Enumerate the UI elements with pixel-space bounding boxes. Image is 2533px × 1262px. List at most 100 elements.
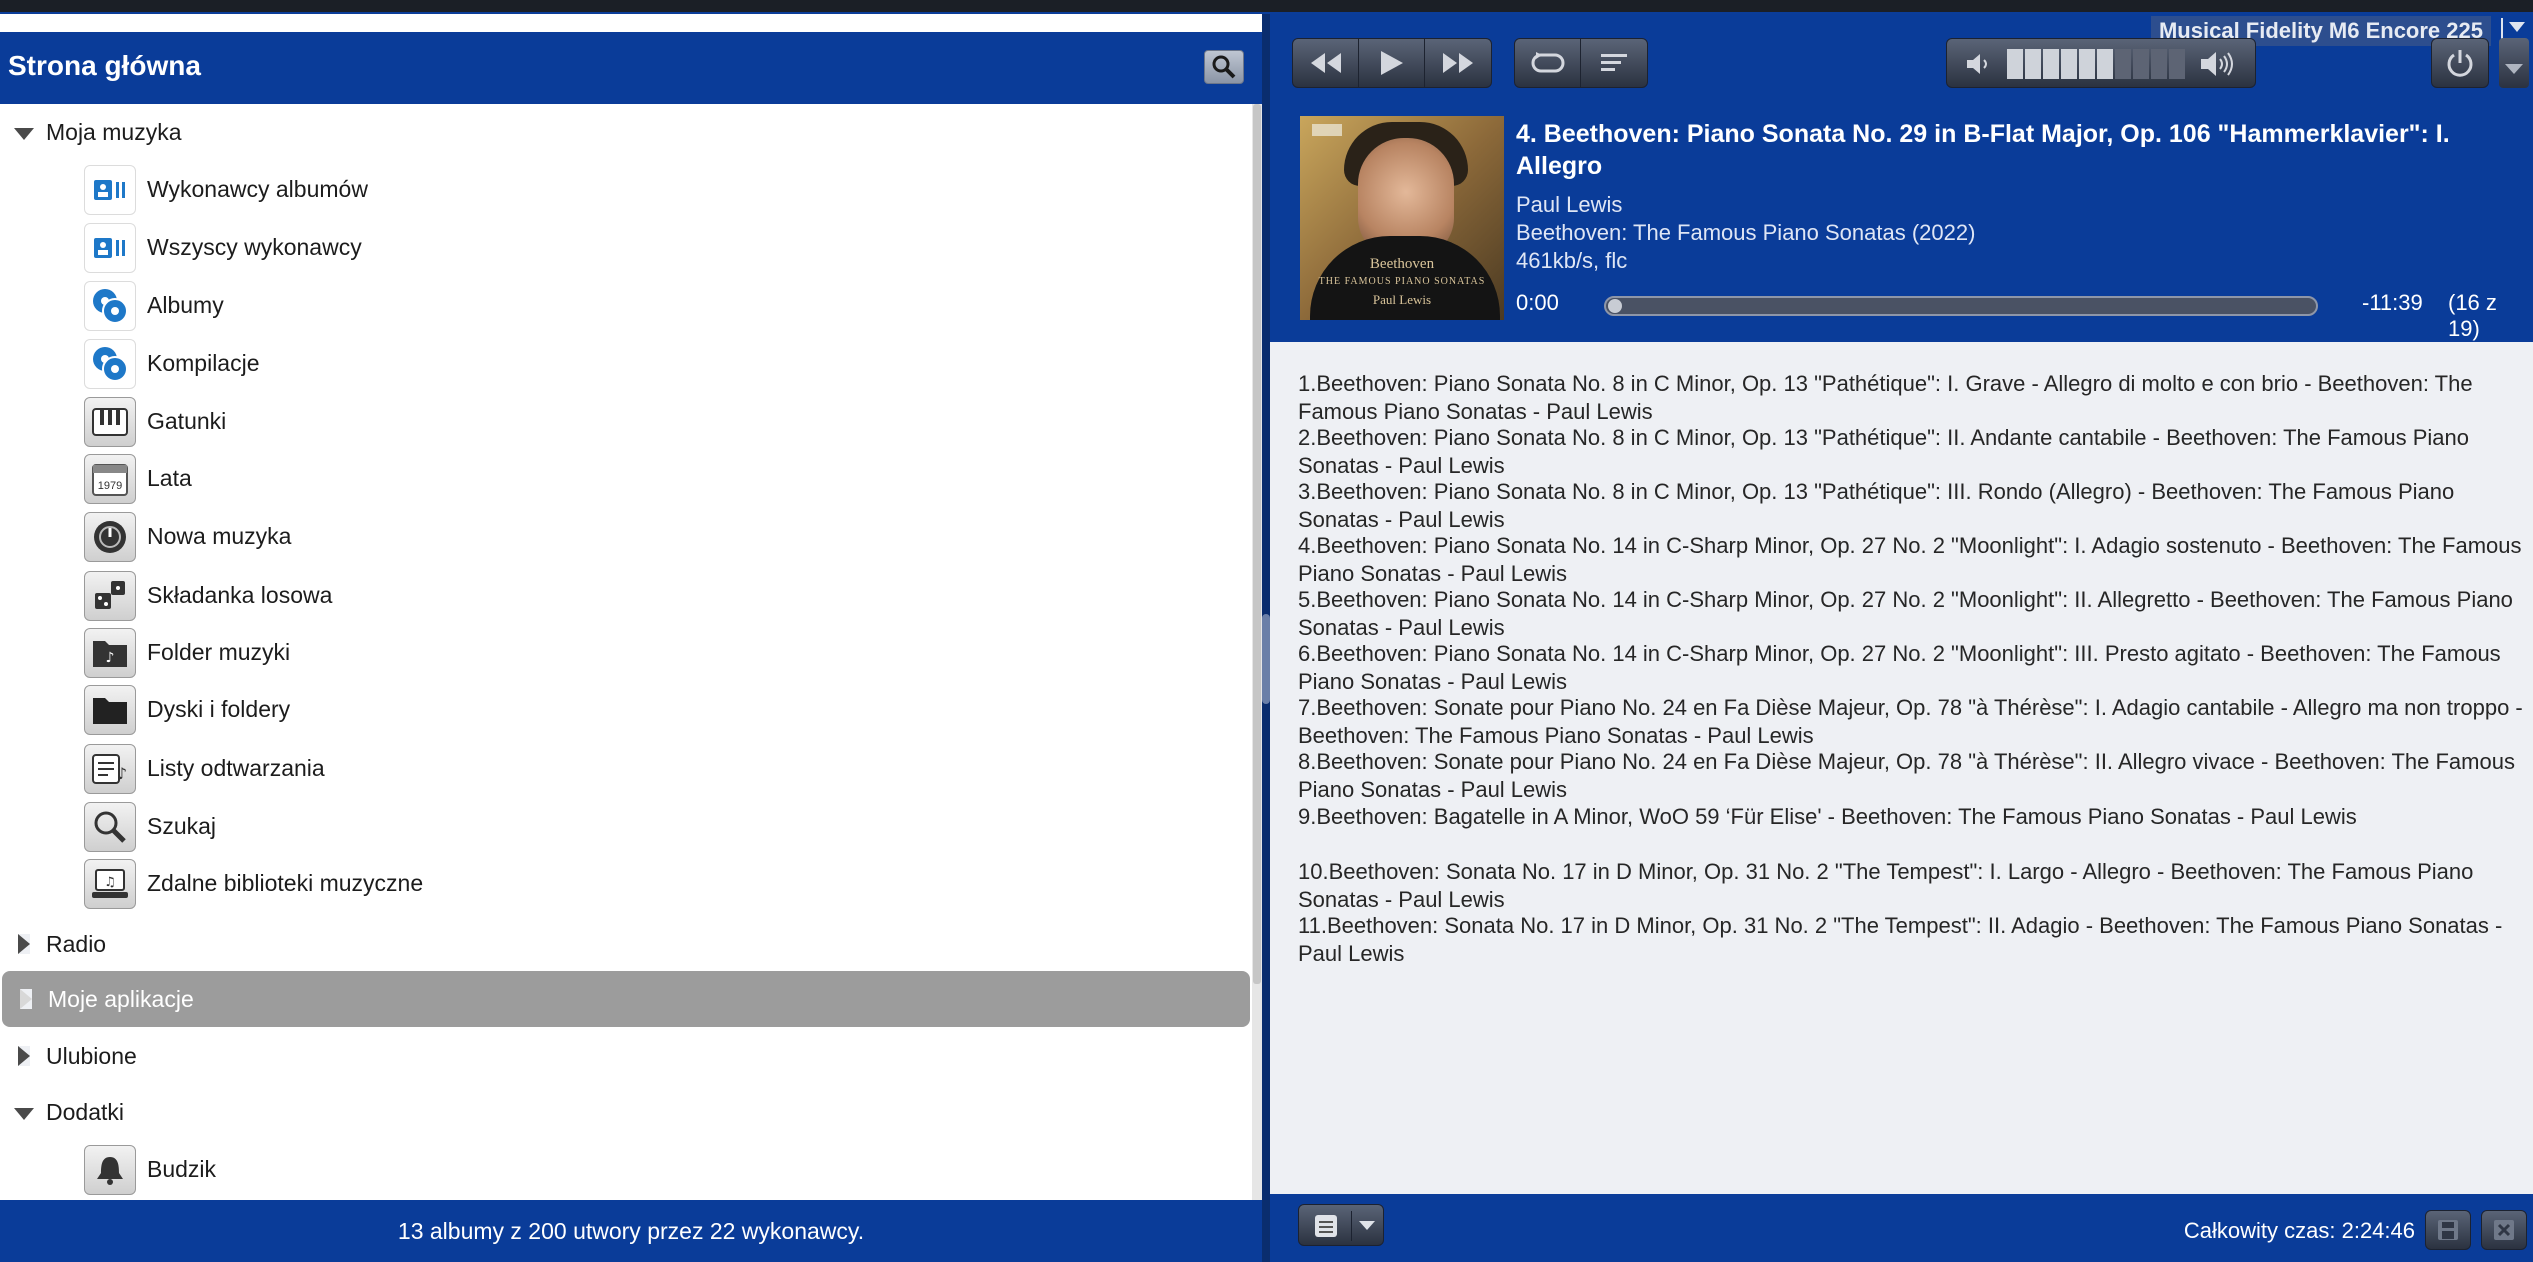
- queue-item[interactable]: 4.Beethoven: Piano Sonata No. 14 in C-Sh…: [1298, 532, 2533, 588]
- tree-section-ulubione[interactable]: Ulubione: [0, 1028, 1250, 1084]
- splitter-handle[interactable]: [1262, 614, 1270, 704]
- playlists-icon: ♪: [84, 744, 136, 794]
- seek-bar[interactable]: [1604, 296, 2318, 316]
- pane-splitter[interactable]: [1262, 14, 1270, 1262]
- play-icon: [1380, 51, 1403, 75]
- album-cover[interactable]: Beethoven THE FAMOUS PIANO SONATAS Paul …: [1300, 116, 1504, 320]
- tree-item-label: Listy odtwarzania: [147, 754, 325, 781]
- tree-item-gatunki[interactable]: Gatunki: [0, 393, 1250, 449]
- total-duration: Całkowity czas: 2:24:46: [2183, 1218, 2415, 1243]
- browse-tree: Moja muzyka Wykonawcy albumów Wszyscy wyko…: [0, 104, 1252, 1200]
- previous-button[interactable]: [1293, 39, 1359, 87]
- volume-segment[interactable]: [2007, 49, 2023, 79]
- expand-arrow-down-icon[interactable]: [14, 128, 34, 140]
- tree-item-nowa-muzyka[interactable]: Nowa muzyka: [0, 508, 1250, 564]
- browse-header: Strona główna: [0, 32, 1262, 104]
- now-playing-artist[interactable]: Paul Lewis: [1516, 192, 1622, 218]
- volume-segment[interactable]: [2151, 49, 2167, 79]
- clear-queue-button[interactable]: [2481, 1210, 2527, 1250]
- queue-item[interactable]: 8.Beethoven: Sonate pour Piano No. 24 en…: [1298, 748, 2533, 804]
- disks-folders-icon: [84, 685, 136, 735]
- volume-segment[interactable]: [2115, 49, 2131, 79]
- play-button[interactable]: [1359, 39, 1425, 87]
- tree-item-zdalne-biblioteki-muzyczne[interactable]: ♫ Zdalne biblioteki muzyczne: [0, 855, 1250, 911]
- tree-item-label: Składanka losowa: [147, 581, 333, 608]
- tree-item-albumy[interactable]: Albumy: [0, 277, 1250, 333]
- volume-segment[interactable]: [2133, 49, 2149, 79]
- search-button[interactable]: [1204, 50, 1244, 84]
- tree-item-lata[interactable]: 1979 Lata: [0, 450, 1250, 506]
- tree-item-label: Nowa muzyka: [147, 522, 292, 549]
- volume-segment[interactable]: [2025, 49, 2041, 79]
- shuffle-button[interactable]: [1581, 39, 1647, 87]
- volume-segment[interactable]: [2079, 49, 2095, 79]
- compilations-icon: [84, 339, 136, 389]
- list-order-icon: [1601, 54, 1627, 71]
- tree-item-szukaj[interactable]: Szukaj: [0, 798, 1250, 854]
- volume-down-icon: [1967, 54, 1987, 74]
- repeat-button[interactable]: [1515, 39, 1581, 87]
- player-panel: Musical Fidelity M6 Encore 225 Beethoven…: [1270, 14, 2533, 342]
- repeat-icon: [1531, 52, 1564, 73]
- power-button[interactable]: [2431, 38, 2489, 88]
- volume-segment[interactable]: [2061, 49, 2077, 79]
- tree-item-folder-muzyki[interactable]: ♪ Folder muzyki: [0, 624, 1250, 680]
- chevron-down-icon[interactable]: [2509, 22, 2525, 32]
- volume-segment[interactable]: [2169, 49, 2185, 79]
- album-artists-icon: [84, 165, 136, 215]
- volume-segment[interactable]: [2043, 49, 2059, 79]
- seek-handle[interactable]: [1608, 299, 1622, 313]
- expand-menu-button[interactable]: [2499, 38, 2529, 88]
- expand-arrow-right-icon[interactable]: [18, 934, 30, 954]
- tree-item-dyski-i-foldery[interactable]: Dyski i foldery: [0, 681, 1250, 737]
- cover-title: Beethoven: [1369, 256, 1435, 272]
- queue-item[interactable]: 9.Beethoven: Bagatelle in A Minor, WoO 5…: [1298, 803, 2533, 831]
- tree-section-moje-aplikacje[interactable]: Moje aplikacje: [2, 971, 1250, 1027]
- queue-item[interactable]: 2.Beethoven: Piano Sonata No. 8 in C Min…: [1298, 424, 2533, 480]
- tree-item-label: Szukaj: [147, 812, 217, 839]
- expand-arrow-right-icon[interactable]: [20, 989, 32, 1009]
- volume-up-icon: [2201, 52, 2233, 76]
- now-playing-title: 4. Beethoven: Piano Sonata No. 29 in B-F…: [1516, 120, 2450, 180]
- queue-item[interactable]: 5.Beethoven: Piano Sonata No. 14 in C-Sh…: [1298, 586, 2533, 642]
- tree-section-dodatki[interactable]: Dodatki: [0, 1084, 1250, 1140]
- volume-segment[interactable]: [2097, 49, 2113, 79]
- tree-item-wykonawcy-albumow[interactable]: Wykonawcy albumów: [0, 161, 1250, 217]
- now-playing-pane: Musical Fidelity M6 Encore 225 Beethoven…: [1270, 14, 2533, 1262]
- next-button[interactable]: [1425, 39, 1491, 87]
- tree-item-wszyscy-wykonawcy[interactable]: Wszyscy wykonawcy: [0, 219, 1250, 275]
- music-folder-icon: ♪: [84, 628, 136, 678]
- tree-item-label: Ulubione: [46, 1042, 137, 1069]
- years-icon: 1979: [84, 454, 136, 504]
- queue-menu-button[interactable]: [1298, 1204, 1384, 1246]
- search-icon: [1212, 55, 1236, 79]
- volume-control[interactable]: [1946, 38, 2256, 88]
- play-queue: 1.Beethoven: Piano Sonata No. 8 in C Min…: [1270, 342, 2533, 1194]
- volume-slider[interactable]: [2007, 49, 2185, 79]
- tree-section-moja-muzyka[interactable]: Moja muzyka: [0, 104, 1250, 160]
- cover-artist: Paul Lewis: [1372, 292, 1432, 307]
- now-playing-album[interactable]: Beethoven: The Famous Piano Sonatas (202…: [1516, 220, 1975, 246]
- queue-item[interactable]: 7.Beethoven: Sonate pour Piano No. 24 en…: [1298, 694, 2533, 750]
- queue-item[interactable]: 10.Beethoven: Sonata No. 17 in D Minor, …: [1298, 858, 2533, 914]
- queue-item[interactable]: 1.Beethoven: Piano Sonata No. 8 in C Min…: [1298, 370, 2533, 426]
- save-queue-button[interactable]: [2425, 1210, 2471, 1250]
- fast-forward-icon: [1443, 53, 1473, 73]
- tree-item-kompilacje[interactable]: Kompilacje: [0, 335, 1250, 391]
- queue-item[interactable]: 11.Beethoven: Sonata No. 17 in D Minor, …: [1298, 912, 2533, 968]
- queue-item[interactable]: 3.Beethoven: Piano Sonata No. 8 in C Min…: [1298, 478, 2533, 534]
- save-icon: [2438, 1220, 2458, 1240]
- tree-item-skladanka-losowa[interactable]: Składanka losowa: [0, 567, 1250, 623]
- expand-arrow-down-icon[interactable]: [14, 1108, 34, 1120]
- queue-item[interactable]: 6.Beethoven: Piano Sonata No. 14 in C-Sh…: [1298, 640, 2533, 696]
- browse-scrollbar[interactable]: [1252, 104, 1262, 1200]
- tree-item-budzik[interactable]: Budzik: [0, 1141, 1250, 1197]
- tree-item-label: Kompilacje: [147, 349, 260, 376]
- scrollbar-thumb[interactable]: [1253, 104, 1261, 984]
- random-mix-icon: [84, 571, 136, 621]
- tree-item-listy-odtwarzania[interactable]: ♪ Listy odtwarzania: [0, 740, 1250, 796]
- tree-section-radio[interactable]: Radio: [0, 916, 1250, 972]
- browse-pane: Strona główna Moja muzyka Wykonawcy album…: [0, 14, 1262, 1262]
- albums-icon: [84, 281, 136, 331]
- expand-arrow-right-icon[interactable]: [18, 1046, 30, 1066]
